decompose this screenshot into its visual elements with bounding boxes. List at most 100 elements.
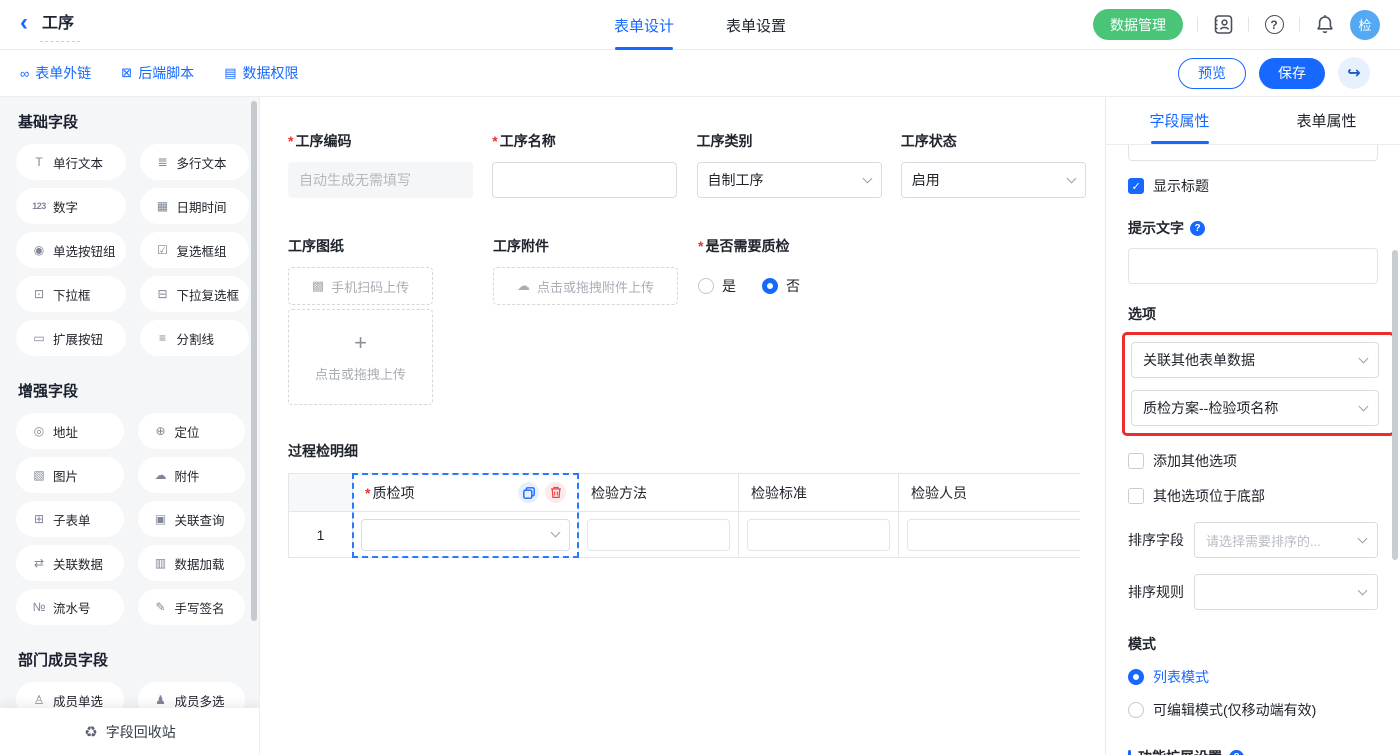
field-label-text: 工序图纸 <box>288 236 344 256</box>
back-icon[interactable]: ‹ <box>20 11 28 35</box>
scan-upload-box[interactable]: ▩手机扫码上传 <box>288 267 433 305</box>
field-pill-subform[interactable]: ⊞子表单 <box>16 501 124 537</box>
drag-upload-box[interactable]: +点击或拖拽上传 <box>288 309 433 405</box>
canvas-row-1: *工序编码 自动生成无需填写 *工序名称 工序类别 自制工序 工序状态 启用 <box>288 131 1105 198</box>
share-icon[interactable]: ↪ <box>1338 57 1370 89</box>
pill-label: 扩展按钮 <box>53 329 103 348</box>
data-manage-button[interactable]: 数据管理 <box>1093 9 1183 40</box>
field-title-input-partial[interactable] <box>1128 145 1378 161</box>
divider <box>1299 17 1300 32</box>
field-qc-required[interactable]: *是否需要质检 是 否 <box>698 236 903 405</box>
help-icon[interactable]: ? <box>1263 14 1285 36</box>
field-pill-signature[interactable]: ✎手写签名 <box>138 589 246 625</box>
column-header-qc-item[interactable]: * 质检项 <box>353 474 579 512</box>
field-pill-divider[interactable]: ≡分割线 <box>140 320 250 356</box>
field-process-category[interactable]: 工序类别 自制工序 <box>697 131 901 198</box>
option-source-select[interactable]: 关联其他表单数据 <box>1131 342 1379 378</box>
sort-field-select[interactable]: 请选择需要排序的... <box>1194 522 1378 558</box>
attachment-upload-box[interactable]: ☁点击或拖拽附件上传 <box>493 267 678 305</box>
qc-option-no[interactable]: 否 <box>762 276 800 296</box>
process-status-select[interactable]: 启用 <box>901 162 1086 198</box>
field-pill-linked-query[interactable]: ▣关联查询 <box>138 501 246 537</box>
field-pill-checkbox-group[interactable]: ☑复选框组 <box>140 232 250 268</box>
field-pill-linked-data[interactable]: ⇄关联数据 <box>16 545 124 581</box>
field-pill-multi-dropdown[interactable]: ⊟下拉复选框 <box>140 276 250 312</box>
inspect-standard-input[interactable] <box>747 519 890 551</box>
field-pill-radio-group[interactable]: ◉单选按钮组 <box>16 232 126 268</box>
column-header-inspect-standard[interactable]: 检验标准 <box>739 474 899 512</box>
field-process-status[interactable]: 工序状态 启用 <box>901 131 1105 198</box>
qc-item-select[interactable] <box>361 519 570 551</box>
tab-form-design[interactable]: 表单设计 <box>614 0 674 50</box>
tab-form-settings[interactable]: 表单设置 <box>726 0 786 50</box>
column-header-inspector[interactable]: 检验人员 <box>899 474 1080 512</box>
show-title-checkbox-row[interactable]: 显示标题 <box>1128 176 1378 196</box>
field-pill-address[interactable]: ◎地址 <box>16 413 124 449</box>
field-process-drawing[interactable]: 工序图纸 ▩手机扫码上传 +点击或拖拽上传 <box>288 236 493 405</box>
backend-script-icon: ⊠ <box>121 65 132 81</box>
radio-group-icon: ◉ <box>29 243 49 257</box>
other-option-bottom-row[interactable]: 其他选项位于底部 <box>1128 486 1378 506</box>
delete-column-icon[interactable] <box>545 482 566 503</box>
field-process-attachment[interactable]: 工序附件 ☁点击或拖拽附件上传 <box>493 236 698 405</box>
field-label-text: 工序编码 <box>295 131 351 151</box>
column-header-inspect-method[interactable]: 检验方法 <box>579 474 739 512</box>
cloud-upload-icon: ☁ <box>517 278 530 294</box>
process-name-input-inner[interactable] <box>503 172 666 188</box>
tab-field-properties[interactable]: 字段属性 <box>1106 97 1253 144</box>
add-other-option-row[interactable]: 添加其他选项 <box>1128 451 1378 471</box>
form-external-link[interactable]: ∞ 表单外链 <box>20 63 91 83</box>
hint-text-input[interactable] <box>1128 248 1378 284</box>
bell-icon[interactable] <box>1314 14 1336 36</box>
subform-table: * 质检项 检验方法 检验标准 检验人员 1 <box>288 473 1080 558</box>
process-category-select[interactable]: 自制工序 <box>697 162 882 198</box>
help-badge-icon[interactable]: ? <box>1229 750 1244 755</box>
sidebar-scrollbar[interactable] <box>251 101 257 621</box>
checkbox-unchecked-icon <box>1128 488 1144 504</box>
pill-label: 关联查询 <box>175 510 225 529</box>
tab-form-properties[interactable]: 表单属性 <box>1253 97 1400 144</box>
column-label: 检验人员 <box>911 483 967 503</box>
hint-label-text: 提示文字 <box>1128 218 1184 238</box>
field-pill-attachment[interactable]: ☁附件 <box>138 457 246 493</box>
field-pill-dropdown[interactable]: ⊡下拉框 <box>16 276 126 312</box>
field-pill-single-line-text[interactable]: T单行文本 <box>16 144 126 180</box>
help-badge-icon[interactable]: ? <box>1190 221 1205 236</box>
field-pill-data-load[interactable]: ▥数据加载 <box>138 545 246 581</box>
data-permission-link[interactable]: ▤ 数据权限 <box>224 63 298 83</box>
mode-option-editable[interactable]: 可编辑模式(仅移动端有效) <box>1128 700 1378 720</box>
backend-script-link[interactable]: ⊠ 后端脚本 <box>121 63 194 83</box>
radio-unchecked-icon <box>1128 702 1144 718</box>
pill-label: 附件 <box>175 466 200 485</box>
sort-rule-select[interactable] <box>1194 574 1378 610</box>
field-pill-locate[interactable]: ⊕定位 <box>138 413 246 449</box>
mode-option-list[interactable]: 列表模式 <box>1128 667 1378 687</box>
field-pill-extend-button[interactable]: ▭扩展按钮 <box>16 320 126 356</box>
pill-label: 下拉复选框 <box>177 285 240 304</box>
field-pill-number[interactable]: 123数字 <box>16 188 126 224</box>
field-process-code[interactable]: *工序编码 自动生成无需填写 <box>288 131 492 198</box>
option-field-select[interactable]: 质检方案--检验项名称 <box>1131 390 1379 426</box>
copy-column-icon[interactable] <box>518 482 539 503</box>
field-pill-serial-number[interactable]: №流水号 <box>16 589 124 625</box>
panel-scrollbar[interactable] <box>1392 250 1398 560</box>
process-code-input[interactable]: 自动生成无需填写 <box>288 162 473 198</box>
field-recycle-bin[interactable]: ♻ 字段回收站 <box>0 708 260 755</box>
preview-button[interactable]: 预览 <box>1178 58 1246 89</box>
inspect-method-input[interactable] <box>587 519 730 551</box>
qc-option-yes[interactable]: 是 <box>698 276 736 296</box>
hint-text-label: 提示文字 ? <box>1128 218 1378 238</box>
field-pill-image[interactable]: ▧图片 <box>16 457 124 493</box>
save-button[interactable]: 保存 <box>1259 58 1325 89</box>
process-name-input[interactable] <box>492 162 677 198</box>
contacts-icon[interactable] <box>1212 14 1234 36</box>
field-pill-datetime[interactable]: ▦日期时间 <box>140 188 250 224</box>
data-load-icon: ▥ <box>151 556 171 570</box>
section-member-fields: 部门成员字段 <box>18 649 245 670</box>
sort-rule-row: 排序规则 <box>1128 574 1378 610</box>
field-pill-multi-line-text[interactable]: ≣多行文本 <box>140 144 250 180</box>
field-process-name[interactable]: *工序名称 <box>492 131 696 198</box>
user-avatar[interactable]: 检 <box>1350 10 1380 40</box>
inspector-input[interactable] <box>907 519 1080 551</box>
form-title[interactable]: 工序 <box>40 7 80 42</box>
